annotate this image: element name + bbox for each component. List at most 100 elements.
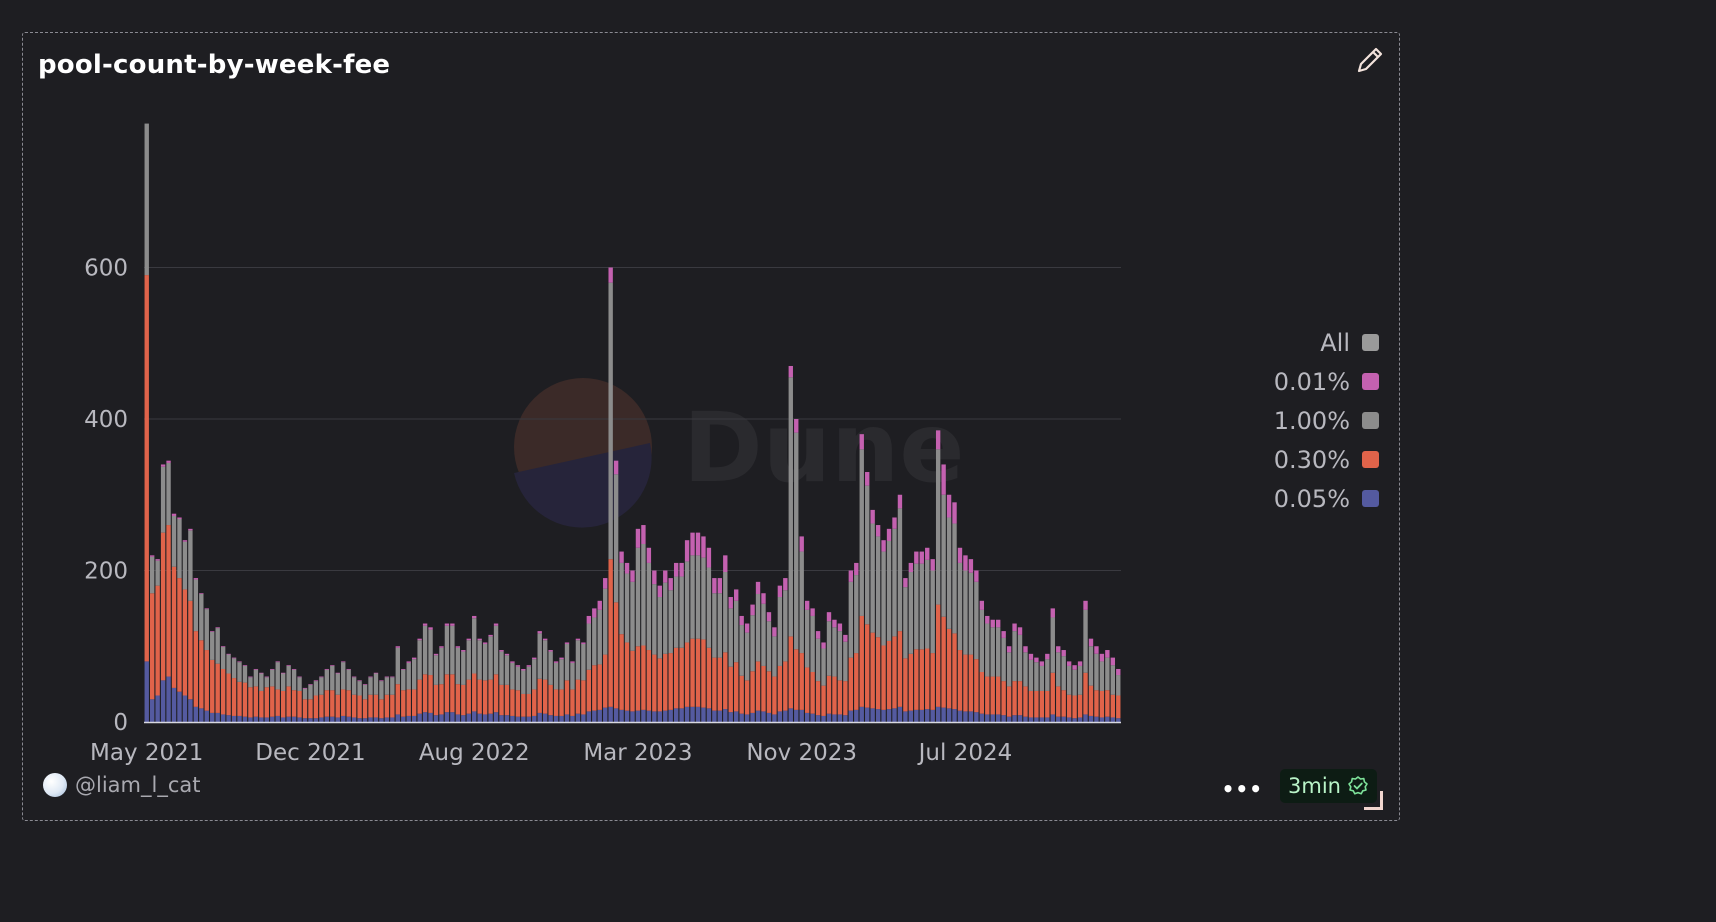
bar-segment (1061, 690, 1066, 717)
bar-segment (390, 694, 395, 718)
bar-segment (750, 671, 755, 713)
bar-segment (493, 674, 499, 713)
bar-segment (510, 689, 515, 716)
bar-segment (384, 677, 390, 695)
bar-segment (422, 712, 428, 722)
bar-segment (1088, 638, 1094, 647)
bar-segment (220, 647, 226, 669)
bar-segment (1045, 653, 1050, 660)
bar-segment (865, 624, 870, 708)
bar-segment (510, 662, 515, 690)
bar-segment (957, 547, 963, 563)
bar-segment (488, 679, 493, 714)
bar-segment (395, 684, 400, 715)
bar-segment (739, 625, 744, 676)
bar-segment (1001, 631, 1006, 638)
bar-segment (783, 578, 788, 591)
bar-segment (783, 710, 788, 722)
bar-segment (996, 714, 1001, 722)
bar-segment (433, 653, 439, 656)
bar-segment (215, 712, 220, 722)
bar-segment (1110, 665, 1115, 695)
bar-segment (854, 562, 859, 576)
bar-segment (1039, 665, 1045, 691)
bar-segment (379, 699, 384, 719)
bar-segment (428, 629, 433, 676)
bar-segment (199, 593, 204, 594)
bar-segment (1083, 714, 1088, 722)
bar-segment (270, 686, 275, 717)
bar-segment (564, 714, 570, 722)
bar-segment (723, 709, 728, 722)
bar-segment (837, 623, 843, 632)
bar-segment (1110, 717, 1115, 722)
author-link[interactable]: @liam_l_cat (43, 773, 200, 797)
bar-segment (564, 642, 570, 644)
bar-segment (935, 604, 941, 707)
bar-segment (346, 690, 351, 717)
bar-segment (444, 625, 450, 675)
bar-segment (1001, 715, 1006, 722)
bar-segment (542, 679, 548, 714)
bar-segment (297, 677, 302, 691)
bar-segment (941, 464, 946, 495)
bar-segment (351, 676, 357, 678)
bar-segment (439, 714, 444, 722)
bar-segment (171, 566, 177, 688)
bar-segment (144, 661, 149, 722)
bar-segment (215, 628, 220, 664)
legend-item[interactable]: All (1179, 323, 1379, 362)
bar-segment (428, 675, 433, 713)
bar-segment (1012, 631, 1017, 682)
bar-segment (1066, 661, 1072, 666)
bar-segment (1088, 646, 1094, 686)
bar-segment (275, 689, 280, 716)
bar-segment (826, 612, 832, 622)
bar-segment (308, 684, 313, 700)
resize-handle-icon[interactable] (1364, 791, 1383, 810)
author-name[interactable]: @liam_l_cat (75, 773, 200, 797)
more-icon[interactable]: ••• (1222, 777, 1263, 801)
bar-segment (1099, 653, 1105, 662)
bar-segment (657, 658, 662, 712)
legend-item[interactable]: 0.01% (1179, 362, 1379, 401)
bar-segment (619, 562, 624, 635)
bar-segment (526, 665, 531, 667)
refresh-badge[interactable]: 3min (1280, 769, 1377, 803)
bar-segment (199, 593, 204, 641)
bar-segment (253, 716, 259, 722)
legend-swatch (1362, 334, 1379, 351)
bar-segment (450, 625, 455, 675)
bar-segment (843, 634, 848, 642)
bar-segment (368, 677, 373, 695)
legend-item[interactable]: 0.30% (1179, 440, 1379, 479)
bar-segment (996, 627, 1001, 677)
bar-segment (684, 540, 690, 562)
bar-segment (592, 710, 597, 722)
bar-segment (171, 687, 177, 722)
bar-segment (160, 466, 166, 533)
bar-segment (422, 625, 428, 675)
bar-segment (433, 655, 439, 685)
bar-segment (941, 494, 946, 617)
bar-segment (231, 658, 237, 679)
bar-segment (690, 532, 695, 556)
legend-item[interactable]: 1.00% (1179, 401, 1379, 440)
bar-segment (1001, 681, 1006, 716)
bar-segment (739, 713, 744, 722)
bar-segment (450, 712, 455, 722)
bar-segment (461, 650, 466, 652)
bar-segment (1056, 716, 1061, 722)
bar-segment (821, 648, 826, 686)
bar-segment (1012, 715, 1017, 722)
bar-segment (177, 578, 182, 692)
bar-segment (837, 714, 843, 722)
bar-segment (166, 462, 171, 526)
legend-swatch (1362, 490, 1379, 507)
bar-segment (444, 623, 450, 626)
legend-item[interactable]: 0.05% (1179, 479, 1379, 518)
bar-segment (330, 665, 335, 666)
bar-segment (897, 706, 903, 722)
bar-segment (750, 615, 755, 672)
bar-segment (1077, 717, 1083, 722)
